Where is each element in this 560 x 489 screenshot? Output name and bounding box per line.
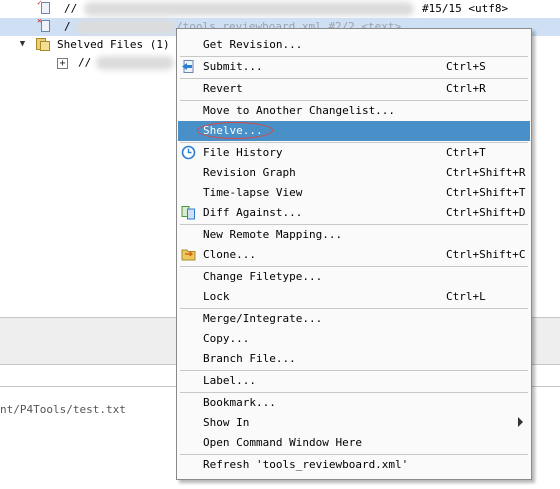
redacted-path <box>76 20 176 34</box>
menu-item-open-command-window[interactable]: Open Command Window Here <box>178 433 530 453</box>
clone-folder-icon <box>181 247 196 262</box>
expand-down-icon[interactable]: ▼ <box>18 40 27 49</box>
submit-arrow-icon <box>181 59 196 74</box>
added-file-icon: + <box>57 58 68 69</box>
menu-item-diff-against[interactable]: Diff Against... Ctrl+Shift+D <box>178 203 530 223</box>
menu-item-file-history[interactable]: File History Ctrl+T <box>178 143 530 163</box>
menu-item-move-to-changelist[interactable]: Move to Another Changelist... <box>178 101 530 121</box>
annotation-ellipse <box>197 122 273 139</box>
menu-item-merge-integrate[interactable]: Merge/Integrate... <box>178 309 530 329</box>
menu-item-revert[interactable]: Revert Ctrl+R <box>178 79 530 99</box>
checked-out-file-icon: ✓ <box>37 0 50 15</box>
file-path-prefix: / <box>64 20 71 33</box>
menu-item-submit[interactable]: Submit... Ctrl+S <box>178 57 530 77</box>
chevron-right-icon <box>518 417 523 427</box>
shelved-files-label: Shelved Files (1) <box>57 38 170 51</box>
redacted-path <box>84 2 414 16</box>
context-menu: Get Revision... Submit... Ctrl+S Revert … <box>176 28 532 480</box>
menu-item-shelve[interactable]: Shelve... <box>178 121 530 141</box>
menu-item-show-in[interactable]: Show In <box>178 413 530 433</box>
menu-item-new-remote-mapping[interactable]: New Remote Mapping... <box>178 225 530 245</box>
menu-item-get-revision[interactable]: Get Revision... <box>178 35 530 55</box>
marked-for-delete-file-icon: ✕ <box>37 17 50 33</box>
menu-item-bookmark[interactable]: Bookmark... <box>178 393 530 413</box>
menu-item-branch-file[interactable]: Branch File... <box>178 349 530 369</box>
clock-icon <box>181 145 196 160</box>
menu-item-label[interactable]: Label... <box>178 371 530 391</box>
shelved-folder-icon <box>36 38 50 51</box>
menu-item-revision-graph[interactable]: Revision Graph Ctrl+Shift+R <box>178 163 530 183</box>
file-revision-info: #15/15 <utf8> <box>422 2 509 15</box>
menu-item-lock[interactable]: Lock Ctrl+L <box>178 287 530 307</box>
bottom-panel-path: nt/P4Tools/test.txt <box>0 403 126 416</box>
menu-item-refresh[interactable]: Refresh 'tools_reviewboard.xml' <box>178 455 530 475</box>
redacted-path <box>96 56 174 70</box>
file-path-prefix: // <box>78 56 92 69</box>
file-path-prefix: // <box>64 2 78 15</box>
diff-icon <box>181 205 196 220</box>
menu-item-clone[interactable]: Clone... Ctrl+Shift+C <box>178 245 530 265</box>
menu-item-time-lapse-view[interactable]: Time-lapse View Ctrl+Shift+T <box>178 183 530 203</box>
menu-item-change-filetype[interactable]: Change Filetype... <box>178 267 530 287</box>
menu-item-copy[interactable]: Copy... <box>178 329 530 349</box>
